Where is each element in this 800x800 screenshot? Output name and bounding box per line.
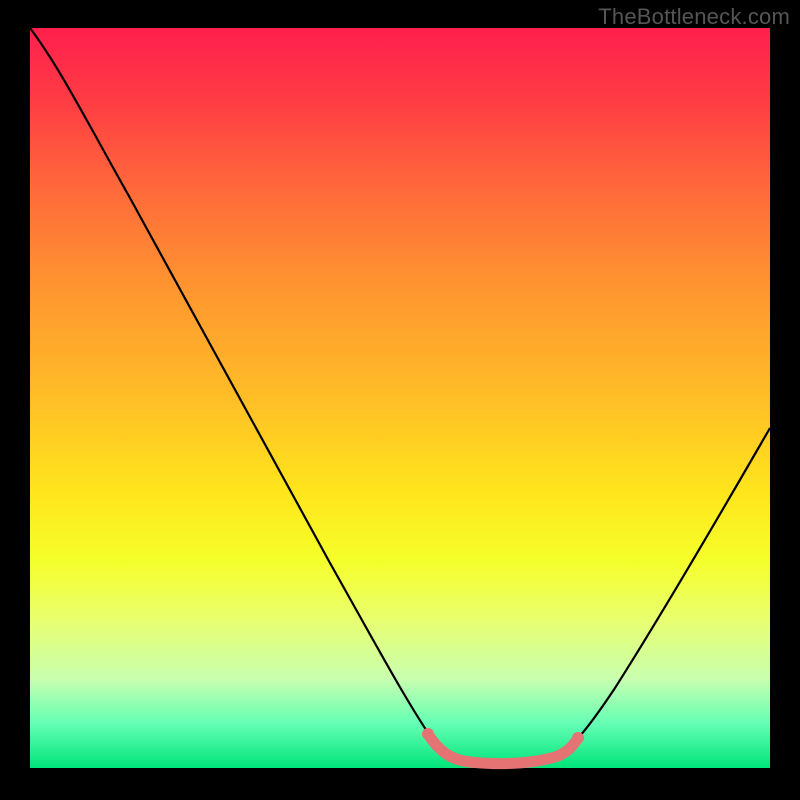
attribution-label: TheBottleneck.com xyxy=(598,4,790,30)
chart-container xyxy=(30,28,770,768)
bottleneck-curve xyxy=(30,28,770,763)
highlight-band xyxy=(428,734,578,764)
highlight-dot-left xyxy=(422,728,434,740)
chart-svg xyxy=(30,28,770,768)
highlight-dot-right xyxy=(572,732,584,744)
